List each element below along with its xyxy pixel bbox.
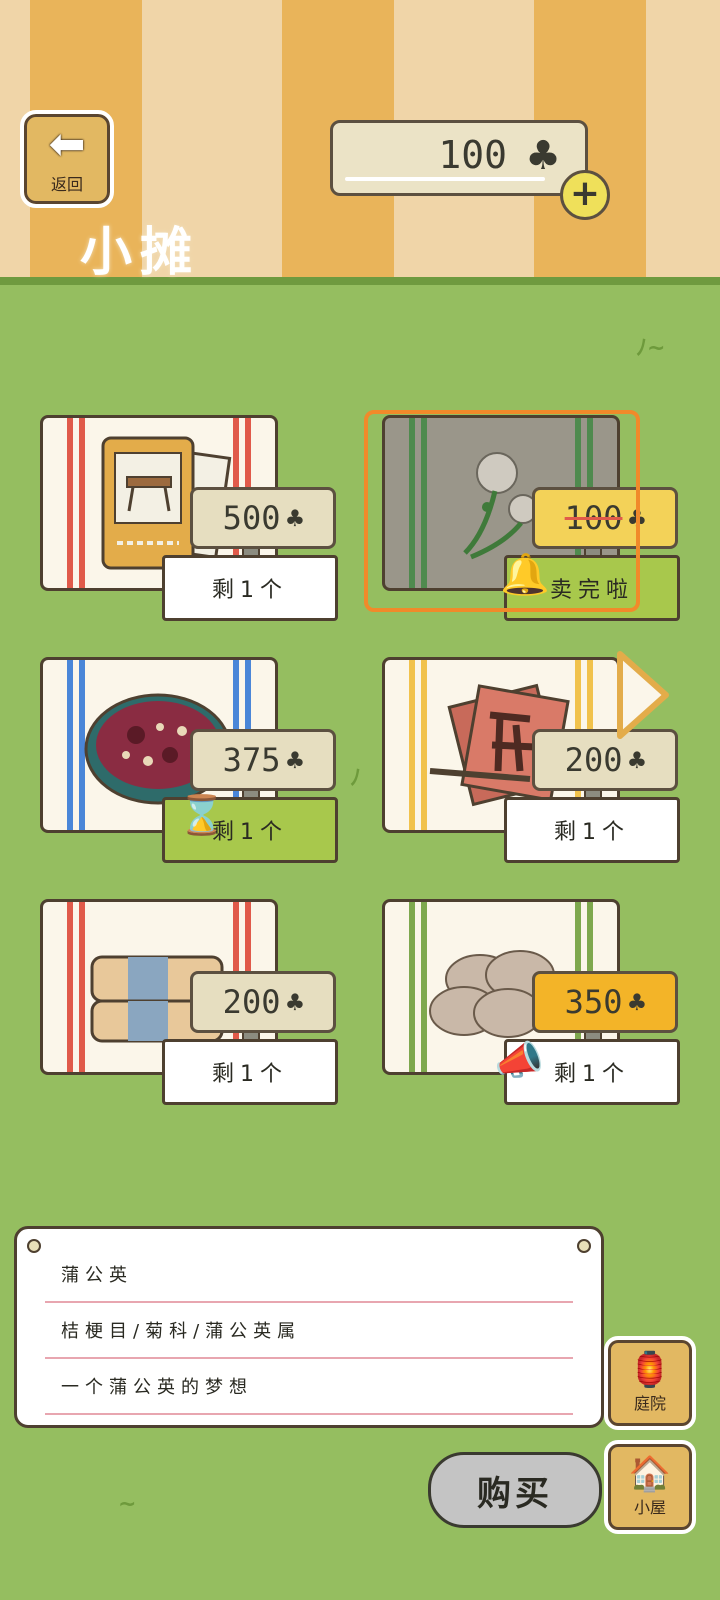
stock-label: 剩1个 (504, 797, 680, 863)
coin-balance: 100 ♣ (330, 120, 588, 196)
rivet-decoration (577, 1239, 591, 1253)
price-tag: 350 ♣ (532, 971, 678, 1033)
yard-icon: 🏮 (628, 1350, 672, 1390)
selection-highlight (364, 410, 640, 612)
yard-button[interactable]: 🏮 庭院 (604, 1336, 696, 1430)
shop-item[interactable]: 350 ♣ 剩1个 📣 (372, 899, 680, 1119)
price-value: 200 (222, 983, 281, 1021)
coin-count: 100 (438, 133, 507, 177)
price-value: 350 (564, 983, 623, 1021)
house-label: 小屋 (633, 1498, 666, 1517)
shop-item[interactable]: 200 ♣ 剩1个 (30, 899, 338, 1119)
next-page-arrow[interactable] (612, 650, 670, 740)
stock-label: 剩1个 (162, 1039, 338, 1105)
house-button[interactable]: 🏠 小屋 (604, 1440, 696, 1534)
grass-tuft-decoration: ﾉ~ (636, 336, 666, 361)
price-value: 200 (564, 741, 623, 779)
page-title: 小摊 (80, 222, 201, 283)
megaphone-icon: 📣 (494, 1038, 544, 1084)
coin-highlight (345, 177, 545, 181)
clover-icon: ♣ (628, 743, 646, 777)
grass-tuft-decoration: ﾉ (350, 766, 362, 791)
stock-label: 剩1个 (162, 555, 338, 621)
back-button[interactable]: ⬅ 返回 (20, 110, 114, 208)
left-arrow-icon: ⬅ (48, 119, 86, 170)
back-label: 返回 (50, 175, 83, 194)
price-value: 500 (222, 499, 281, 537)
item-detail-panel: 蒲公英 桔梗目/菊科/蒲公英属 一个蒲公英的梦想 (14, 1226, 604, 1428)
hourglass-icon: ⌛ (178, 793, 226, 837)
grass-tuft-decoration: ~ (118, 1492, 137, 1517)
clover-icon: ♣ (286, 501, 304, 535)
clover-icon: ♣ (286, 743, 304, 777)
price-value: 375 (222, 741, 281, 779)
shop-item[interactable]: 500 ♣ 剩1个 (30, 415, 338, 635)
clover-icon: ♣ (286, 985, 304, 1019)
detail-taxonomy: 桔梗目/菊科/蒲公英属 (45, 1303, 573, 1359)
price-tag: 375 ♣ (190, 729, 336, 791)
price-tag: 500 ♣ (190, 487, 336, 549)
detail-description: 一个蒲公英的梦想 (45, 1359, 573, 1415)
price-tag: 200 ♣ (190, 971, 336, 1033)
buy-button[interactable]: 购买 (428, 1452, 602, 1528)
clover-icon: ♣ (525, 133, 561, 179)
yard-label: 庭院 (633, 1394, 666, 1413)
detail-name: 蒲公英 (45, 1247, 573, 1303)
clover-icon: ♣ (628, 985, 646, 1019)
house-icon: 🏠 (628, 1454, 672, 1494)
shop-item[interactable]: 375 ♣ 剩1个 ⌛ (30, 657, 338, 877)
add-coins-button[interactable]: + (560, 170, 610, 220)
rivet-decoration (27, 1239, 41, 1253)
